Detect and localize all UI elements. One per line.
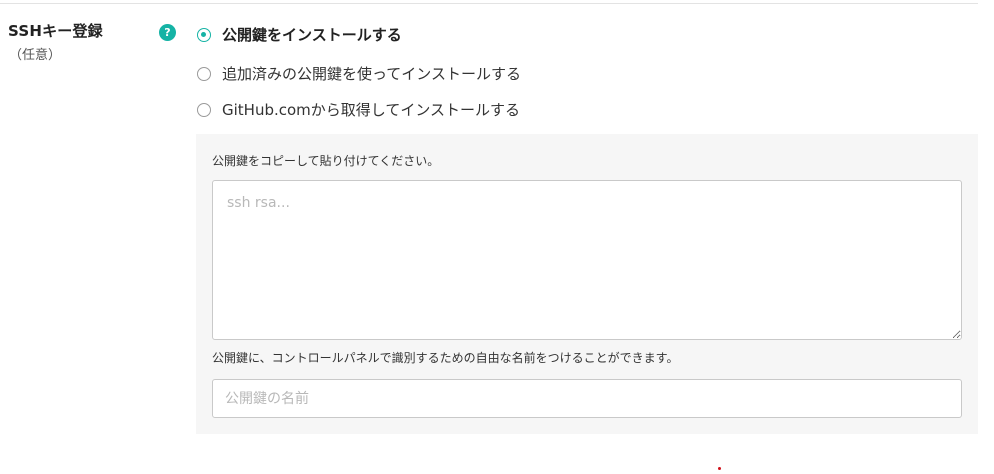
radio-option-install-key[interactable]: 公開鍵をインストールする [197,24,402,45]
key-name-description: 公開鍵に、コントロールパネルで識別するための自由な名前をつけることができます。 [212,351,679,365]
red-dot-marker [718,467,721,470]
radio-label: 公開鍵をインストールする [222,26,402,44]
radio-button[interactable] [197,66,211,81]
radio-label: GitHub.comから取得してインストールする [222,101,521,119]
radio-button-checked[interactable] [197,27,211,42]
help-icon[interactable]: ? [159,24,176,41]
public-key-textarea[interactable] [212,180,962,340]
paste-instruction: 公開鍵をコピーして貼り付けてください。 [212,154,440,168]
radio-label: 追加済みの公開鍵を使ってインストールする [222,65,521,83]
key-name-input[interactable] [212,379,962,418]
optional-note: （任意） [9,48,62,63]
public-key-panel: 公開鍵をコピーして貼り付けてください。 公開鍵に、コントロールパネルで識別するた… [196,134,978,434]
radio-button[interactable] [197,102,211,117]
section-divider [0,3,978,4]
radio-option-use-added-key[interactable]: 追加済みの公開鍵を使ってインストールする [197,63,521,84]
field-label: SSHキー登録 [8,22,103,40]
radio-option-github-key[interactable]: GitHub.comから取得してインストールする [197,99,520,120]
